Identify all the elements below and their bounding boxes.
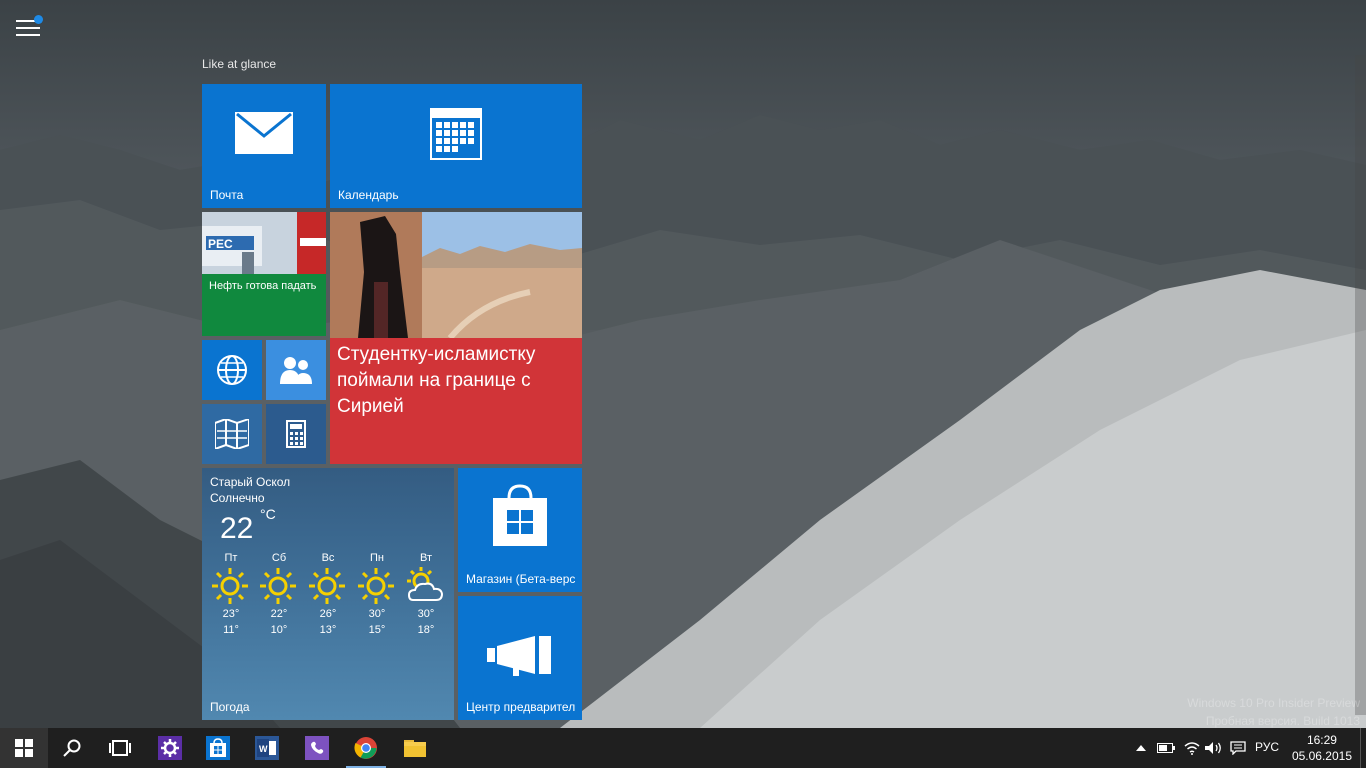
clock-date: 05.06.2015 <box>1291 749 1352 763</box>
word-app-icon[interactable]: W <box>255 736 279 760</box>
watermark-line: Windows 10 Pro Insider Preview <box>1187 696 1360 710</box>
input-language-indicator[interactable]: РУС <box>1255 740 1279 754</box>
mail-tile-label: Почта <box>210 188 244 202</box>
forecast-high: 30° <box>417 608 435 620</box>
store-tile[interactable]: Магазин (Бета-верс <box>458 468 582 592</box>
battery-icon <box>1157 743 1175 753</box>
forecast-day: Пн <box>370 552 384 564</box>
people-tile[interactable] <box>266 340 326 400</box>
sun-icon <box>309 568 345 604</box>
news-headline: Студентку-исламистку поймали на границе … <box>337 344 536 417</box>
windows-build-watermark: Windows 10 Pro Insider Preview Пробная в… <box>1187 694 1360 730</box>
wifi-icon <box>1184 742 1200 755</box>
forecast-day: Вт <box>419 552 432 564</box>
insider-hub-tile[interactable]: Центр предварител <box>458 596 582 720</box>
news-photo <box>330 212 582 338</box>
forecast-low: 11° <box>223 624 239 636</box>
speaker-icon <box>1205 742 1221 754</box>
show-hidden-icons-button[interactable] <box>1134 728 1148 768</box>
file-explorer-app-icon[interactable] <box>403 736 427 760</box>
task-view-icon <box>109 740 131 756</box>
forecast-low: 15° <box>368 624 386 636</box>
store-bag-icon <box>493 484 547 546</box>
taskbar: W РУС 16:29 05.06.2015 <box>0 728 1366 768</box>
calendar-icon <box>430 108 482 160</box>
maps-tile[interactable] <box>202 404 262 464</box>
insider-hub-tile-label: Центр предварител <box>466 700 576 714</box>
battery-status[interactable] <box>1154 728 1178 768</box>
mail-tile[interactable]: Почта <box>202 84 326 208</box>
taskbar-clock[interactable]: 16:29 05.06.2015 <box>1292 732 1352 764</box>
forecast-high: 23° <box>222 608 240 620</box>
forecast-low: 10° <box>270 624 288 636</box>
settings-app-icon[interactable] <box>158 736 182 760</box>
notifications-button[interactable] <box>1226 728 1250 768</box>
money-news-image: PEC <box>202 212 326 274</box>
partly-cloudy-icon <box>407 567 444 601</box>
sun-icon <box>212 568 248 604</box>
news-tile[interactable]: Студентку-исламистку поймали на границе … <box>330 212 582 464</box>
calculator-icon <box>286 420 306 448</box>
windows-logo-icon <box>15 739 33 757</box>
weather-unit: °C <box>260 506 276 522</box>
hamburger-line <box>16 27 40 29</box>
money-headline: Нефть готова падать <box>209 280 317 292</box>
chevron-up-icon <box>1136 745 1146 751</box>
globe-icon <box>217 355 247 385</box>
sun-icon <box>358 568 394 604</box>
weather-location: Старый Оскол Солнечно <box>210 474 290 506</box>
map-icon <box>215 419 249 449</box>
megaphone-icon <box>487 636 551 676</box>
edge-browser-tile[interactable] <box>202 340 262 400</box>
store-app-icon[interactable] <box>206 736 230 760</box>
people-icon <box>280 357 312 384</box>
forecast-low: 13° <box>319 624 337 636</box>
forecast-high: 26° <box>319 608 337 620</box>
chrome-app-icon[interactable] <box>354 736 378 760</box>
forecast-high: 30° <box>368 608 386 620</box>
start-button[interactable] <box>0 728 48 768</box>
show-desktop-button[interactable] <box>1360 728 1366 768</box>
forecast-day: Сб <box>271 552 287 564</box>
tile-group-title[interactable]: Like at glance <box>202 57 276 71</box>
weather-tile-label: Погода <box>210 700 250 714</box>
calendar-tile-label: Календарь <box>338 188 399 202</box>
search-icon <box>63 739 81 757</box>
sun-icon <box>260 568 296 604</box>
calendar-tile[interactable]: Календарь <box>330 84 582 208</box>
svg-text:W: W <box>259 744 268 754</box>
weather-city: Старый Оскол <box>210 475 291 489</box>
weather-condition: Солнечно <box>210 491 265 505</box>
calculator-tile[interactable] <box>266 404 326 464</box>
viber-app-icon[interactable] <box>305 736 329 760</box>
forecast-day: Вс <box>321 552 335 564</box>
mail-icon <box>235 112 293 154</box>
volume-control[interactable] <box>1202 728 1226 768</box>
forecast-day: Пт <box>224 552 238 564</box>
wifi-status[interactable] <box>1180 728 1204 768</box>
store-tile-label: Магазин (Бета-верс <box>466 572 576 586</box>
hamburger-line <box>16 34 40 36</box>
notification-dot <box>34 15 43 24</box>
svg-text:PEC: PEC <box>208 237 233 251</box>
weather-temperature: 22 <box>220 512 254 545</box>
money-tile[interactable]: PEC Нефть готова падать <box>202 212 326 336</box>
forecast-high: 22° <box>270 608 288 620</box>
task-view-button[interactable] <box>96 728 144 768</box>
forecast-low: 18° <box>417 624 435 636</box>
menu-hamburger-button[interactable] <box>16 15 43 38</box>
message-icon <box>1230 741 1246 755</box>
clock-time: 16:29 <box>1306 733 1337 747</box>
search-button[interactable] <box>48 728 96 768</box>
weather-tile[interactable]: Старый Оскол Солнечно 22 °C Пт Сб Вс Пн … <box>202 468 454 720</box>
